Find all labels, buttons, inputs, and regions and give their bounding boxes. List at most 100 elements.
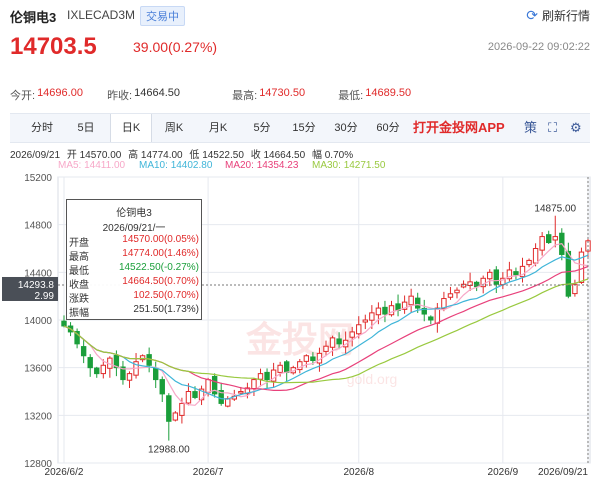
x-tick-label: 2026/6/2 bbox=[45, 467, 84, 478]
candle bbox=[211, 373, 218, 398]
candle-body bbox=[323, 345, 329, 352]
candle bbox=[434, 302, 441, 333]
candle bbox=[578, 247, 585, 284]
x-tick-label: 2026/7 bbox=[193, 467, 224, 478]
candle bbox=[218, 382, 224, 406]
y-tick-label: 14000 bbox=[24, 316, 52, 327]
candle-body bbox=[238, 391, 244, 394]
y-axis: 15200148001440014000136001320012800 bbox=[24, 173, 52, 470]
candle bbox=[120, 360, 126, 385]
tooltip-row-value: 14570.00(0.05%) bbox=[122, 234, 199, 245]
tooltip-row: 涨跌 102.50(0.70%) bbox=[69, 290, 199, 305]
crosshair-price: 14293.8 bbox=[18, 280, 55, 291]
candle-body bbox=[303, 355, 310, 362]
candle-body bbox=[159, 379, 165, 395]
tooltip-row-label: 收盘 bbox=[69, 280, 89, 291]
tooltip-row-label: 振幅 bbox=[69, 308, 89, 319]
candle-body bbox=[369, 312, 375, 321]
candle-body bbox=[166, 395, 172, 422]
x-tick-label: 2026/8 bbox=[343, 467, 374, 478]
candle-body bbox=[94, 367, 100, 375]
y-tick-label: 13600 bbox=[24, 364, 52, 375]
tooltip-row: 振幅 251.50(1.73%) bbox=[69, 304, 199, 319]
tooltip-row-label: 涨跌 bbox=[69, 294, 89, 305]
tooltip-row-label: 最低 bbox=[69, 266, 89, 277]
candle-body bbox=[526, 259, 532, 266]
candle bbox=[94, 366, 100, 378]
candle-body bbox=[126, 373, 133, 381]
tooltip-row-label: 开盘 bbox=[69, 238, 89, 249]
candle-body bbox=[61, 320, 67, 327]
candle bbox=[447, 286, 454, 300]
candle bbox=[198, 385, 205, 406]
candle-body bbox=[349, 331, 355, 338]
candle bbox=[166, 393, 172, 441]
candle bbox=[153, 361, 159, 389]
candle-body bbox=[572, 283, 578, 295]
candle-body bbox=[356, 324, 362, 335]
candle bbox=[257, 368, 264, 387]
candle bbox=[552, 215, 558, 248]
candle-body bbox=[415, 297, 421, 309]
tooltip-row: 开盘 14570.00(0.05%) bbox=[69, 234, 199, 249]
candle bbox=[428, 315, 434, 325]
candle-body bbox=[493, 269, 500, 285]
y-tick-label: 13200 bbox=[24, 411, 52, 422]
candle-body bbox=[447, 293, 454, 298]
candle-body bbox=[428, 316, 434, 321]
candle-body bbox=[179, 402, 185, 416]
candle-body bbox=[146, 354, 152, 366]
candle bbox=[513, 267, 519, 280]
tooltip-row: 收盘 14664.50(0.70%) bbox=[69, 276, 199, 291]
candle bbox=[172, 411, 179, 422]
tooltip-row-value: 14774.00(1.46%) bbox=[122, 248, 199, 259]
candle bbox=[133, 353, 139, 379]
x-tick-label: 2026/9 bbox=[488, 467, 519, 478]
candle bbox=[395, 294, 401, 317]
annotations: 14875.00 12988.00 bbox=[148, 204, 577, 456]
tooltip-row: 最低 14522.50(-0.27%) bbox=[69, 262, 199, 277]
candle bbox=[126, 371, 133, 389]
candle-body bbox=[185, 391, 192, 404]
candle-body bbox=[513, 271, 519, 276]
candle-body bbox=[80, 346, 87, 357]
candle bbox=[408, 288, 414, 313]
tooltip-row-value: 251.50(1.73%) bbox=[133, 304, 199, 315]
crosshair-pct: 2.99 bbox=[35, 291, 55, 302]
candle bbox=[225, 396, 231, 408]
candle bbox=[382, 300, 388, 323]
candle-body bbox=[532, 248, 539, 264]
candle-body bbox=[552, 236, 558, 241]
candle-body bbox=[408, 295, 414, 306]
candle-body bbox=[546, 234, 552, 244]
candle-body bbox=[487, 271, 493, 280]
candle-body bbox=[257, 373, 264, 380]
tooltip-row-value: 102.50(0.70%) bbox=[133, 290, 199, 301]
candle-body bbox=[362, 319, 369, 323]
candle bbox=[107, 356, 113, 378]
candle bbox=[74, 328, 80, 349]
candle-body bbox=[153, 367, 159, 381]
candle bbox=[526, 258, 532, 268]
tooltip-title: 伦铜电3 bbox=[116, 208, 152, 219]
candle-body bbox=[251, 379, 257, 390]
extreme-label: 12988.00 bbox=[148, 445, 190, 456]
candle bbox=[80, 339, 87, 364]
candle-body bbox=[277, 364, 283, 373]
candle-body bbox=[434, 307, 441, 324]
candle bbox=[284, 359, 290, 381]
candle-body bbox=[192, 391, 198, 398]
candle-body bbox=[225, 398, 231, 407]
candle-body bbox=[329, 337, 336, 348]
bar-tooltip: 伦铜电3 2026/09/21/一 开盘 14570.00(0.05%) 最高 14… bbox=[66, 199, 202, 320]
candle-body bbox=[454, 289, 460, 294]
candle bbox=[159, 376, 165, 403]
tooltip-date: 2026/09/21/一 bbox=[102, 223, 166, 234]
tooltip-row-value: 14522.50(-0.27%) bbox=[118, 262, 199, 273]
candle bbox=[546, 230, 552, 244]
candle-body bbox=[375, 307, 382, 316]
candle-body bbox=[539, 236, 545, 251]
candle-body bbox=[336, 338, 342, 345]
candle bbox=[467, 272, 473, 291]
extreme-label: 14875.00 bbox=[534, 204, 576, 215]
